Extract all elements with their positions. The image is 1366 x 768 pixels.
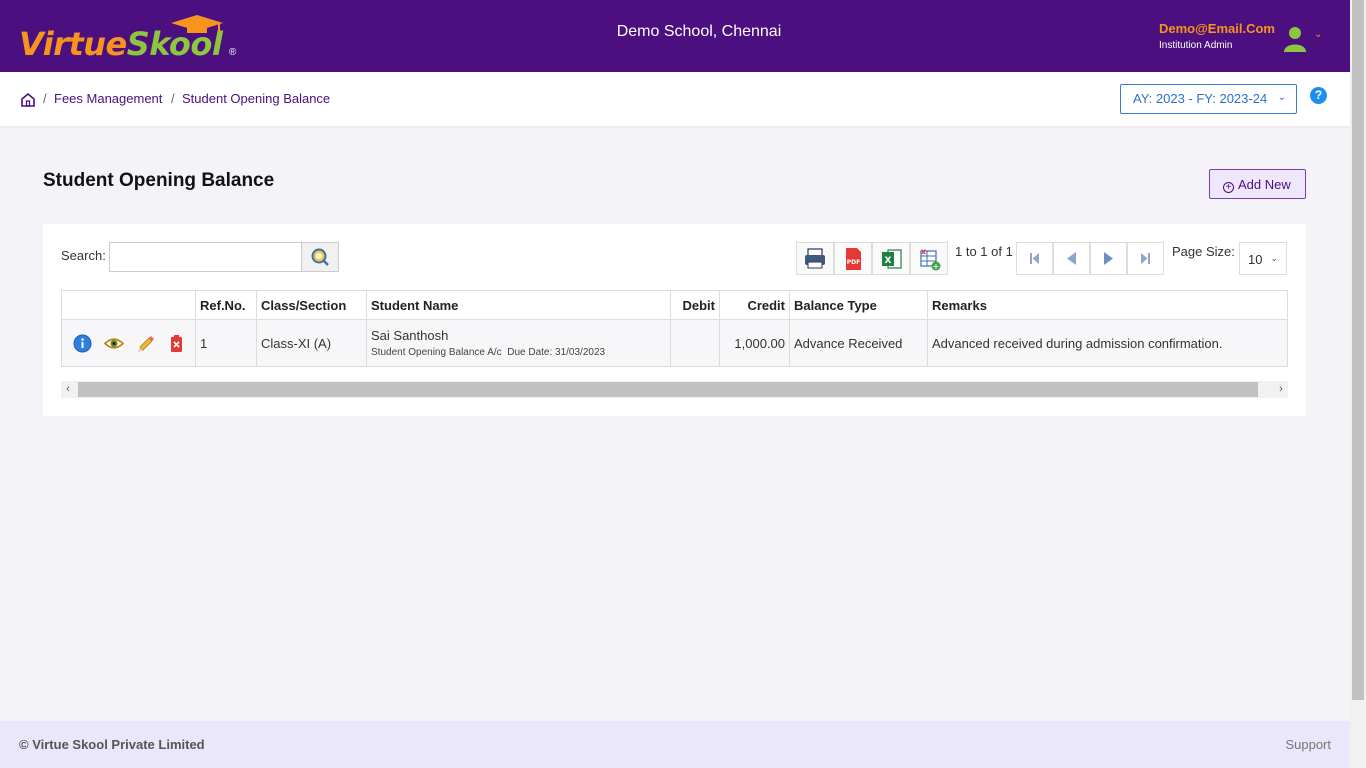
- breadcrumb-separator: /: [171, 91, 175, 106]
- export-excel-button[interactable]: X: [872, 242, 910, 275]
- horizontal-scrollbar[interactable]: ‹ ›: [61, 381, 1288, 398]
- svg-text:+: +: [933, 262, 940, 271]
- edit-pencil-icon[interactable]: [136, 334, 155, 353]
- search-input[interactable]: [109, 242, 302, 272]
- user-email[interactable]: Demo@Email.Com: [1159, 21, 1275, 36]
- home-icon[interactable]: [20, 92, 36, 108]
- delete-icon[interactable]: [167, 334, 186, 353]
- scrollbar-thumb[interactable]: [78, 382, 1258, 397]
- help-icon[interactable]: ?: [1310, 87, 1327, 104]
- last-page-icon: [1141, 253, 1150, 264]
- excel-icon: X: [882, 249, 902, 269]
- student-account-info: Student Opening Balance A/c Due Date: 31…: [371, 347, 666, 358]
- cell-class-section: Class-XI (A): [256, 319, 367, 367]
- table-settings-icon: x +: [920, 247, 941, 271]
- page-size-select[interactable]: 10 ⌄: [1239, 242, 1287, 275]
- search-label: Search:: [61, 248, 106, 263]
- copyright-text: © Virtue Skool Private Limited: [19, 737, 205, 752]
- search-button[interactable]: [301, 242, 339, 272]
- column-header-ref-no[interactable]: Ref.No.: [195, 290, 257, 320]
- student-name: Sai Santhosh: [371, 328, 449, 343]
- pdf-icon: PDF: [846, 248, 861, 270]
- breadcrumb-bar: / Fees Management / Student Opening Bala…: [0, 72, 1350, 126]
- pager-info: 1 to 1 of 1: [955, 244, 1013, 259]
- breadcrumb-separator: /: [43, 91, 47, 106]
- column-settings-button[interactable]: x +: [910, 242, 948, 275]
- academic-year-value: AY: 2023 - FY: 2023-24: [1133, 91, 1268, 106]
- svg-text:PDF: PDF: [847, 259, 860, 266]
- table-header-row: Ref.No. Class/Section Student Name Debit…: [61, 290, 1288, 320]
- cell-debit: [670, 319, 720, 367]
- column-header-student-name[interactable]: Student Name: [366, 290, 671, 320]
- add-new-button[interactable]: + Add New: [1209, 169, 1306, 199]
- user-role: Institution Admin: [1159, 40, 1233, 51]
- cell-balance-type: Advance Received: [789, 319, 928, 367]
- next-page-icon: [1104, 252, 1113, 265]
- cell-student-name: Sai Santhosh Student Opening Balance A/c…: [366, 319, 671, 367]
- last-page-button[interactable]: [1127, 242, 1164, 275]
- column-header-balance-type[interactable]: Balance Type: [789, 290, 928, 320]
- previous-page-button[interactable]: [1053, 242, 1090, 275]
- grid-panel: Search: PDF X x + 1 to 1 of 1 Page Size:…: [43, 224, 1306, 416]
- svg-text:X: X: [885, 256, 892, 266]
- plus-circle-icon: +: [1223, 182, 1234, 193]
- column-header-credit[interactable]: Credit: [719, 290, 790, 320]
- export-pdf-button[interactable]: PDF: [834, 242, 872, 275]
- page-size-label: Page Size:: [1172, 244, 1235, 259]
- scroll-left-icon[interactable]: ‹: [61, 383, 75, 395]
- cell-credit: 1,000.00: [719, 319, 790, 367]
- first-page-icon: [1030, 253, 1039, 264]
- search-icon: [311, 248, 329, 266]
- svg-text:x: x: [921, 247, 927, 256]
- vertical-scrollbar[interactable]: [1350, 0, 1366, 768]
- chevron-down-icon[interactable]: ⌄: [1314, 29, 1322, 40]
- academic-year-select[interactable]: AY: 2023 - FY: 2023-24 ⌄: [1120, 84, 1297, 114]
- previous-page-icon: [1067, 252, 1076, 265]
- info-icon[interactable]: [73, 334, 92, 353]
- chevron-down-icon: ⌄: [1277, 92, 1286, 103]
- opening-balance-table: Ref.No. Class/Section Student Name Debit…: [61, 290, 1288, 367]
- due-date: Due Date: 31/03/2023: [507, 347, 606, 358]
- row-actions: [61, 319, 196, 367]
- footer: © Virtue Skool Private Limited Support: [0, 721, 1350, 768]
- page-title: Student Opening Balance: [43, 170, 275, 191]
- next-page-button[interactable]: [1090, 242, 1127, 275]
- breadcrumb-student-opening-balance[interactable]: Student Opening Balance: [182, 91, 330, 106]
- chevron-down-icon: ⌄: [1270, 253, 1278, 263]
- column-header-actions: [61, 290, 196, 320]
- cell-remarks: Advanced received during admission confi…: [927, 319, 1288, 367]
- table-row: 1 Class-XI (A) Sai Santhosh Student Open…: [61, 319, 1288, 367]
- top-header: VirtueSkool ® Demo School, Chennai Demo@…: [0, 0, 1350, 72]
- breadcrumb-fees-management[interactable]: Fees Management: [54, 91, 162, 106]
- column-header-remarks[interactable]: Remarks: [927, 290, 1288, 320]
- page-size-value: 10: [1248, 252, 1263, 267]
- account-name: Student Opening Balance A/c: [371, 347, 502, 358]
- column-header-debit[interactable]: Debit: [670, 290, 720, 320]
- add-new-label: Add New: [1238, 177, 1291, 192]
- view-eye-icon[interactable]: [104, 334, 124, 353]
- column-header-class-section[interactable]: Class/Section: [256, 290, 367, 320]
- user-avatar-icon[interactable]: [1283, 25, 1307, 53]
- first-page-button[interactable]: [1016, 242, 1053, 275]
- print-button[interactable]: [796, 242, 834, 275]
- printer-icon: [805, 248, 825, 269]
- scroll-right-icon[interactable]: ›: [1274, 383, 1288, 395]
- logo-registered-mark: ®: [229, 47, 237, 58]
- cell-ref-no: 1: [195, 319, 257, 367]
- support-link[interactable]: Support: [1285, 737, 1331, 752]
